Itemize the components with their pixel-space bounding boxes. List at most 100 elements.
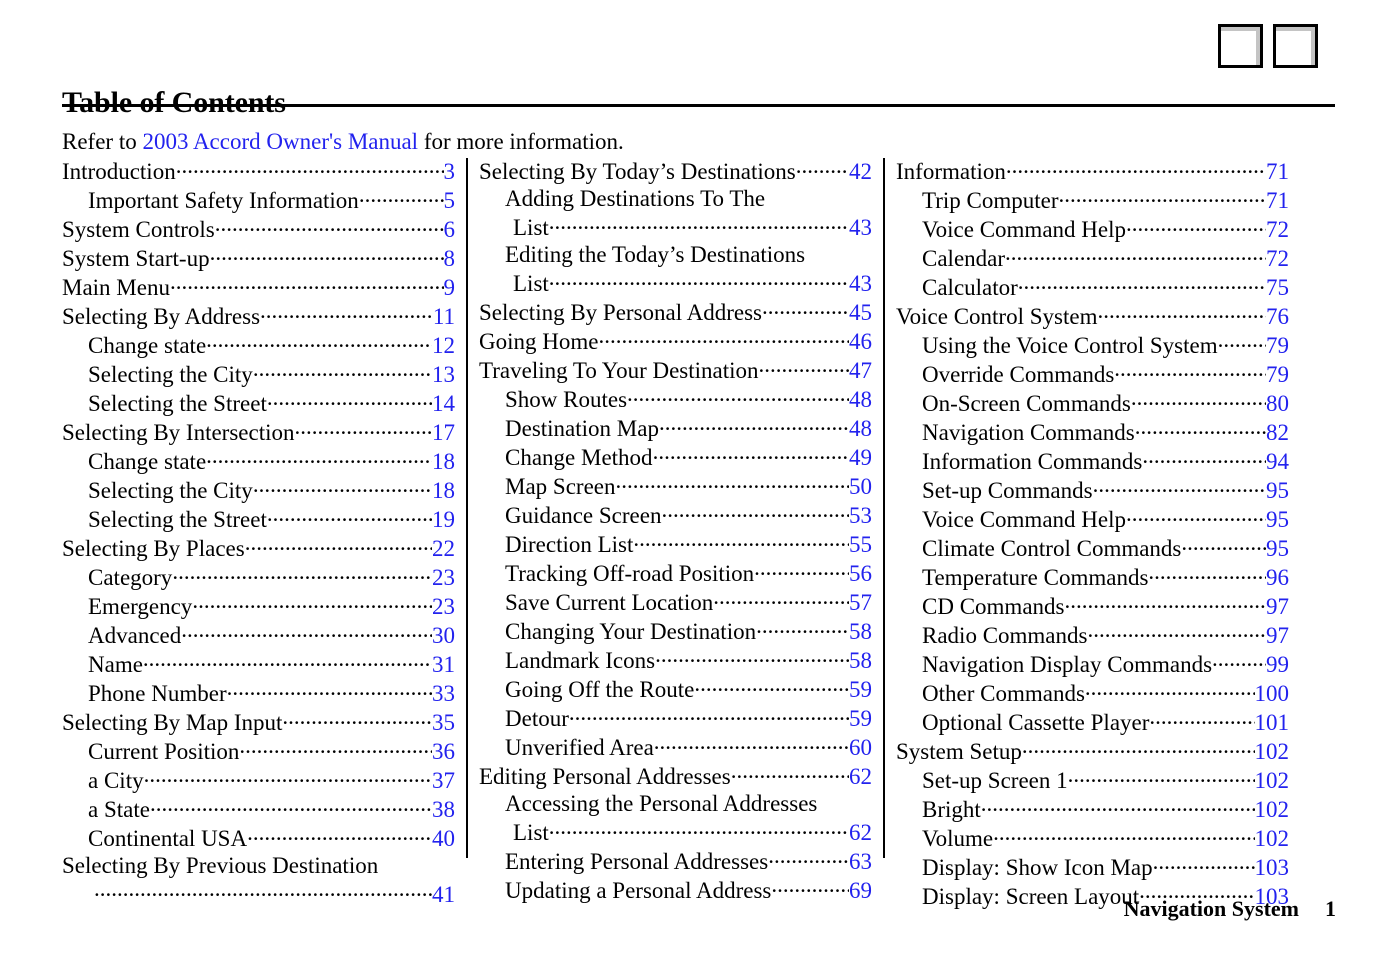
toc-entry-page-number[interactable]: 75 [1266, 274, 1289, 301]
toc-entry-page-number[interactable]: 71 [1266, 158, 1289, 185]
toc-entry[interactable]: List 43 [479, 268, 872, 297]
toc-entry-page-number[interactable]: 102 [1255, 796, 1290, 823]
toc-entry[interactable]: a City 37 [62, 765, 455, 794]
toc-entry-page-number[interactable]: 60 [849, 734, 872, 761]
toc-entry-page-number[interactable]: 37 [432, 767, 455, 794]
toc-entry-page-number[interactable]: 101 [1255, 709, 1290, 736]
toc-entry-page-number[interactable]: 43 [849, 270, 872, 297]
toc-entry[interactable]: Selecting By Intersection 17 [62, 417, 455, 446]
toc-entry-page-number[interactable]: 46 [849, 328, 872, 355]
toc-entry[interactable]: Selecting the Street 14 [62, 388, 455, 417]
toc-entry-page-number[interactable]: 56 [849, 560, 872, 587]
owners-manual-link[interactable]: 2003 Accord Owner's Manual [142, 129, 418, 154]
toc-entry-page-number[interactable]: 33 [432, 680, 455, 707]
toc-entry[interactable]: Name 31 [62, 649, 455, 678]
toc-entry-page-number[interactable]: 45 [849, 299, 872, 326]
toc-entry[interactable]: Other Commands 100 [896, 678, 1289, 707]
toc-entry[interactable]: Map Screen 50 [479, 471, 872, 500]
toc-entry-page-number[interactable]: 47 [849, 357, 872, 384]
toc-entry-page-number[interactable]: 18 [432, 448, 455, 475]
toc-entry[interactable]: Traveling To Your Destination 47 [479, 355, 872, 384]
toc-entry-page-number[interactable]: 99 [1266, 651, 1289, 678]
toc-entry-page-number[interactable]: 94 [1266, 448, 1289, 475]
toc-entry-page-number[interactable]: 63 [849, 848, 872, 875]
toc-entry-page-number[interactable]: 58 [849, 647, 872, 674]
toc-entry-page-number[interactable]: 30 [432, 622, 455, 649]
toc-entry[interactable]: a State 38 [62, 794, 455, 823]
toc-entry-page-number[interactable]: 55 [849, 531, 872, 558]
toc-entry[interactable]: Unverified Area 60 [479, 732, 872, 761]
toc-entry[interactable]: Editing Personal Addresses 62 [479, 761, 872, 790]
toc-entry-page-number[interactable]: 6 [444, 216, 456, 243]
toc-entry[interactable]: Selecting By Places 22 [62, 533, 455, 562]
toc-entry[interactable]: List 43 [479, 212, 872, 241]
toc-entry-page-number[interactable]: 72 [1266, 245, 1289, 272]
toc-entry-page-number[interactable]: 95 [1266, 506, 1289, 533]
toc-entry-page-number[interactable]: 40 [432, 825, 455, 852]
toc-entry-page-number[interactable]: 43 [849, 214, 872, 241]
toc-entry[interactable]: Current Position 36 [62, 736, 455, 765]
toc-entry[interactable]: Calculator 75 [896, 272, 1289, 301]
toc-entry[interactable]: Important Safety Information 5 [62, 185, 455, 214]
toc-entry-page-number[interactable]: 95 [1266, 477, 1289, 504]
toc-entry-page-number[interactable]: 59 [849, 705, 872, 732]
toc-entry-page-number[interactable]: 96 [1266, 564, 1289, 591]
toc-entry-page-number[interactable]: 23 [432, 593, 455, 620]
toc-entry[interactable]: Selecting By Personal Address 45 [479, 297, 872, 326]
toc-entry[interactable]: Selecting the City 13 [62, 359, 455, 388]
toc-entry-page-number[interactable]: 5 [444, 187, 456, 214]
toc-entry[interactable]: Tracking Off-road Position 56 [479, 558, 872, 587]
toc-entry[interactable]: Phone Number 33 [62, 678, 455, 707]
toc-entry[interactable]: Emergency 23 [62, 591, 455, 620]
toc-entry[interactable]: Optional Cassette Player 101 [896, 707, 1289, 736]
toc-entry[interactable]: Updating a Personal Address 69 [479, 875, 872, 904]
toc-entry[interactable]: On-Screen Commands 80 [896, 388, 1289, 417]
toc-entry[interactable]: Selecting By Today’s Destinations 42 [479, 156, 872, 185]
toc-entry-page-number[interactable]: 18 [432, 477, 455, 504]
toc-entry[interactable]: Temperature Commands 96 [896, 562, 1289, 591]
toc-entry-page-number[interactable]: 62 [849, 819, 872, 846]
toc-entry-page-number[interactable]: 57 [849, 589, 872, 616]
toc-entry[interactable]: Voice Control System 76 [896, 301, 1289, 330]
toc-entry[interactable]: Introduction 3 [62, 156, 455, 185]
toc-entry[interactable]: Volume 102 [896, 823, 1289, 852]
toc-entry[interactable]: Main Menu 9 [62, 272, 455, 301]
toc-entry[interactable]: Navigation Display Commands 99 [896, 649, 1289, 678]
toc-entry-page-number[interactable]: 102 [1255, 825, 1290, 852]
toc-entry[interactable]: Detour 59 [479, 703, 872, 732]
toc-entry[interactable]: Calendar 72 [896, 243, 1289, 272]
toc-entry-page-number[interactable]: 35 [432, 709, 455, 736]
toc-entry-page-number[interactable]: 19 [432, 506, 455, 533]
toc-entry[interactable]: Navigation Commands 82 [896, 417, 1289, 446]
toc-entry[interactable]: Going Home 46 [479, 326, 872, 355]
toc-entry-page-number[interactable]: 103 [1255, 854, 1290, 881]
toc-entry[interactable]: Set-up Commands 95 [896, 475, 1289, 504]
toc-entry[interactable]: Save Current Location 57 [479, 587, 872, 616]
toc-entry[interactable]: Using the Voice Control System 79 [896, 330, 1289, 359]
toc-entry[interactable]: Destination Map 48 [479, 413, 872, 442]
toc-entry-page-number[interactable]: 3 [444, 158, 456, 185]
toc-entry[interactable]: Change state 12 [62, 330, 455, 359]
toc-entry-page-number[interactable]: 102 [1255, 767, 1290, 794]
toc-entry-page-number[interactable]: 100 [1255, 680, 1290, 707]
toc-entry-page-number[interactable]: 69 [849, 877, 872, 904]
toc-entry-page-number[interactable]: 14 [432, 390, 455, 417]
toc-entry-page-number[interactable]: 48 [849, 386, 872, 413]
toc-entry[interactable]: Landmark Icons 58 [479, 645, 872, 674]
toc-entry[interactable]: Information Commands 94 [896, 446, 1289, 475]
toc-entry-page-number[interactable]: 97 [1266, 622, 1289, 649]
toc-entry[interactable]: List 62 [479, 817, 872, 846]
toc-entry-page-number[interactable]: 58 [849, 618, 872, 645]
toc-entry-page-number[interactable]: 48 [849, 415, 872, 442]
toc-entry-page-number[interactable]: 8 [444, 245, 456, 272]
toc-entry[interactable]: System Setup 102 [896, 736, 1289, 765]
toc-entry[interactable]: Show Routes 48 [479, 384, 872, 413]
toc-entry[interactable]: Override Commands 79 [896, 359, 1289, 388]
toc-entry-page-number[interactable]: 82 [1266, 419, 1289, 446]
toc-entry[interactable]: Information 71 [896, 156, 1289, 185]
toc-entry[interactable]: Bright 102 [896, 794, 1289, 823]
toc-entry[interactable]: Selecting By Address 11 [62, 301, 455, 330]
toc-entry[interactable]: Selecting the City 18 [62, 475, 455, 504]
toc-entry-page-number[interactable]: 11 [433, 303, 455, 330]
toc-entry[interactable]: System Start-up 8 [62, 243, 455, 272]
